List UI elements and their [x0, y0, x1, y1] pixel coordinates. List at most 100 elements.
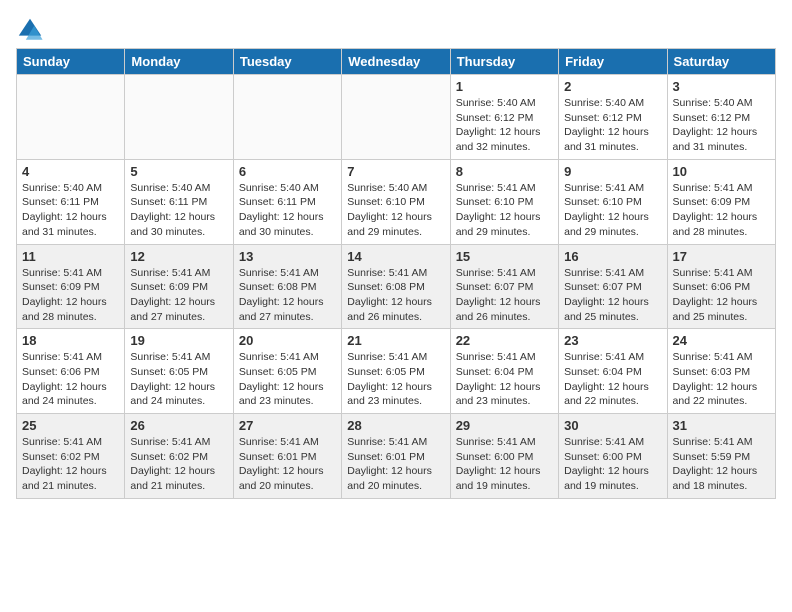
day-number: 25 [22, 418, 119, 433]
day-info: Sunrise: 5:41 AMSunset: 6:06 PMDaylight:… [22, 350, 119, 409]
calendar-cell: 31 Sunrise: 5:41 AMSunset: 5:59 PMDayligh… [667, 414, 775, 499]
day-number: 17 [673, 249, 770, 264]
day-info: Sunrise: 5:41 AMSunset: 6:08 PMDaylight:… [347, 266, 444, 325]
calendar-cell: 15 Sunrise: 5:41 AMSunset: 6:07 PMDayligh… [450, 244, 558, 329]
calendar-header-tuesday: Tuesday [233, 49, 341, 75]
calendar-header-monday: Monday [125, 49, 233, 75]
day-info: Sunrise: 5:41 AMSunset: 6:02 PMDaylight:… [130, 435, 227, 494]
calendar-cell: 2 Sunrise: 5:40 AMSunset: 6:12 PMDaylight… [559, 75, 667, 160]
day-info: Sunrise: 5:41 AMSunset: 6:07 PMDaylight:… [564, 266, 661, 325]
calendar-cell [233, 75, 341, 160]
day-info: Sunrise: 5:40 AMSunset: 6:12 PMDaylight:… [456, 96, 553, 155]
day-number: 31 [673, 418, 770, 433]
calendar-cell: 22 Sunrise: 5:41 AMSunset: 6:04 PMDayligh… [450, 329, 558, 414]
day-number: 23 [564, 333, 661, 348]
day-number: 1 [456, 79, 553, 94]
day-number: 4 [22, 164, 119, 179]
day-info: Sunrise: 5:40 AMSunset: 6:11 PMDaylight:… [22, 181, 119, 240]
day-number: 3 [673, 79, 770, 94]
day-number: 18 [22, 333, 119, 348]
calendar-cell: 18 Sunrise: 5:41 AMSunset: 6:06 PMDayligh… [17, 329, 125, 414]
day-number: 5 [130, 164, 227, 179]
calendar-cell: 10 Sunrise: 5:41 AMSunset: 6:09 PMDayligh… [667, 159, 775, 244]
day-info: Sunrise: 5:41 AMSunset: 6:09 PMDaylight:… [130, 266, 227, 325]
day-number: 26 [130, 418, 227, 433]
day-number: 21 [347, 333, 444, 348]
calendar-cell [342, 75, 450, 160]
calendar-week-4: 18 Sunrise: 5:41 AMSunset: 6:06 PMDayligh… [17, 329, 776, 414]
calendar-table: SundayMondayTuesdayWednesdayThursdayFrid… [16, 48, 776, 499]
day-info: Sunrise: 5:40 AMSunset: 6:11 PMDaylight:… [130, 181, 227, 240]
day-info: Sunrise: 5:41 AMSunset: 6:07 PMDaylight:… [456, 266, 553, 325]
day-number: 14 [347, 249, 444, 264]
calendar-cell: 16 Sunrise: 5:41 AMSunset: 6:07 PMDayligh… [559, 244, 667, 329]
calendar-header-row: SundayMondayTuesdayWednesdayThursdayFrid… [17, 49, 776, 75]
day-info: Sunrise: 5:40 AMSunset: 6:12 PMDaylight:… [673, 96, 770, 155]
calendar-cell: 17Sunrise: 5:41 AMSunset: 6:06 PMDayligh… [667, 244, 775, 329]
day-number: 15 [456, 249, 553, 264]
page-header [16, 16, 776, 44]
day-info: Sunrise: 5:40 AMSunset: 6:12 PMDaylight:… [564, 96, 661, 155]
day-number: 19 [130, 333, 227, 348]
day-info: Sunrise: 5:41 AMSunset: 5:59 PMDaylight:… [673, 435, 770, 494]
calendar-cell: 12 Sunrise: 5:41 AMSunset: 6:09 PMDayligh… [125, 244, 233, 329]
day-number: 16 [564, 249, 661, 264]
day-number: 29 [456, 418, 553, 433]
day-number: 7 [347, 164, 444, 179]
day-number: 27 [239, 418, 336, 433]
calendar-week-5: 25 Sunrise: 5:41 AMSunset: 6:02 PMDayligh… [17, 414, 776, 499]
calendar-week-3: 11 Sunrise: 5:41 AMSunset: 6:09 PMDayligh… [17, 244, 776, 329]
day-info: Sunrise: 5:41 AMSunset: 6:03 PMDaylight:… [673, 350, 770, 409]
calendar-cell: 7Sunrise: 5:40 AMSunset: 6:10 PMDaylight… [342, 159, 450, 244]
calendar-header-saturday: Saturday [667, 49, 775, 75]
day-number: 6 [239, 164, 336, 179]
day-info: Sunrise: 5:41 AMSunset: 6:09 PMDaylight:… [22, 266, 119, 325]
calendar-header-friday: Friday [559, 49, 667, 75]
calendar-cell: 9Sunrise: 5:41 AMSunset: 6:10 PMDaylight… [559, 159, 667, 244]
day-info: Sunrise: 5:40 AMSunset: 6:11 PMDaylight:… [239, 181, 336, 240]
day-info: Sunrise: 5:41 AMSunset: 6:04 PMDaylight:… [564, 350, 661, 409]
day-number: 13 [239, 249, 336, 264]
calendar-cell: 4 Sunrise: 5:40 AMSunset: 6:11 PMDaylight… [17, 159, 125, 244]
day-number: 11 [22, 249, 119, 264]
calendar-cell: 20Sunrise: 5:41 AMSunset: 6:05 PMDayligh… [233, 329, 341, 414]
day-info: Sunrise: 5:41 AMSunset: 6:02 PMDaylight:… [22, 435, 119, 494]
day-info: Sunrise: 5:41 AMSunset: 6:08 PMDaylight:… [239, 266, 336, 325]
calendar-cell: 30Sunrise: 5:41 AMSunset: 6:00 PMDayligh… [559, 414, 667, 499]
day-number: 10 [673, 164, 770, 179]
day-info: Sunrise: 5:41 AMSunset: 6:05 PMDaylight:… [347, 350, 444, 409]
day-number: 28 [347, 418, 444, 433]
calendar-cell: 13 Sunrise: 5:41 AMSunset: 6:08 PMDayligh… [233, 244, 341, 329]
day-number: 12 [130, 249, 227, 264]
calendar-cell: 29Sunrise: 5:41 AMSunset: 6:00 PMDayligh… [450, 414, 558, 499]
calendar-cell [125, 75, 233, 160]
day-info: Sunrise: 5:41 AMSunset: 6:09 PMDaylight:… [673, 181, 770, 240]
day-info: Sunrise: 5:41 AMSunset: 6:05 PMDaylight:… [130, 350, 227, 409]
generalblue-logo-icon [16, 16, 44, 44]
day-number: 2 [564, 79, 661, 94]
calendar-cell: 5 Sunrise: 5:40 AMSunset: 6:11 PMDaylight… [125, 159, 233, 244]
day-number: 24 [673, 333, 770, 348]
calendar-cell: 26 Sunrise: 5:41 AMSunset: 6:02 PMDayligh… [125, 414, 233, 499]
day-number: 8 [456, 164, 553, 179]
calendar-header-sunday: Sunday [17, 49, 125, 75]
calendar-cell: 24 Sunrise: 5:41 AMSunset: 6:03 PMDayligh… [667, 329, 775, 414]
calendar-header-wednesday: Wednesday [342, 49, 450, 75]
calendar-week-2: 4 Sunrise: 5:40 AMSunset: 6:11 PMDaylight… [17, 159, 776, 244]
calendar-cell: 8 Sunrise: 5:41 AMSunset: 6:10 PMDaylight… [450, 159, 558, 244]
day-info: Sunrise: 5:41 AMSunset: 6:10 PMDaylight:… [456, 181, 553, 240]
day-info: Sunrise: 5:41 AMSunset: 6:04 PMDaylight:… [456, 350, 553, 409]
calendar-cell: 25 Sunrise: 5:41 AMSunset: 6:02 PMDayligh… [17, 414, 125, 499]
calendar-cell: 11 Sunrise: 5:41 AMSunset: 6:09 PMDayligh… [17, 244, 125, 329]
calendar-cell: 19 Sunrise: 5:41 AMSunset: 6:05 PMDayligh… [125, 329, 233, 414]
calendar-cell: 3 Sunrise: 5:40 AMSunset: 6:12 PMDaylight… [667, 75, 775, 160]
day-number: 22 [456, 333, 553, 348]
day-number: 20 [239, 333, 336, 348]
calendar-cell: 27 Sunrise: 5:41 AMSunset: 6:01 PMDayligh… [233, 414, 341, 499]
day-info: Sunrise: 5:41 AMSunset: 6:01 PMDaylight:… [239, 435, 336, 494]
calendar-cell: 21 Sunrise: 5:41 AMSunset: 6:05 PMDayligh… [342, 329, 450, 414]
calendar-week-1: 1 Sunrise: 5:40 AMSunset: 6:12 PMDaylight… [17, 75, 776, 160]
calendar-cell: 1 Sunrise: 5:40 AMSunset: 6:12 PMDaylight… [450, 75, 558, 160]
day-info: Sunrise: 5:41 AMSunset: 6:01 PMDaylight:… [347, 435, 444, 494]
day-number: 30 [564, 418, 661, 433]
